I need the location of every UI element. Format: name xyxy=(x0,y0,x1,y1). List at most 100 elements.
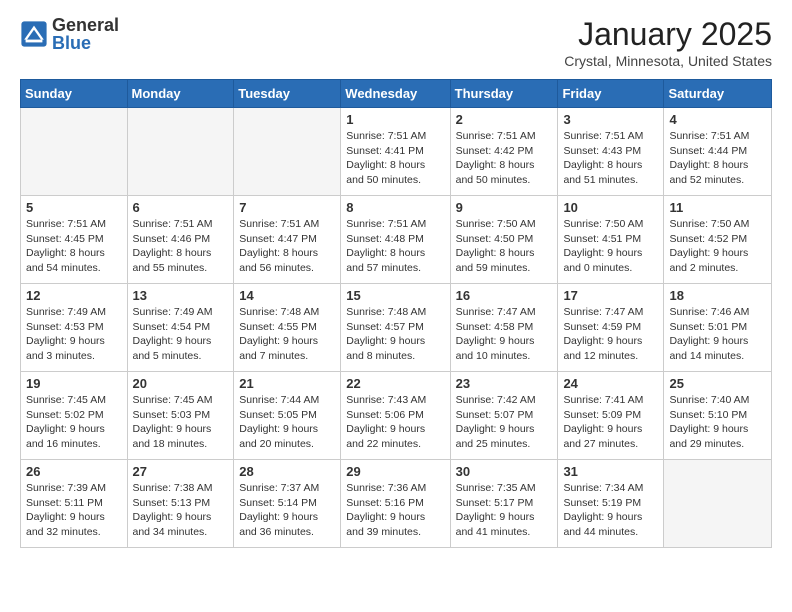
calendar-cell: 25 Sunrise: 7:40 AM Sunset: 5:10 PM Dayli… xyxy=(664,372,772,460)
cell-info: Sunrise: 7:35 AM Sunset: 5:17 PM Dayligh… xyxy=(456,481,553,540)
day-number: 15 xyxy=(346,288,444,303)
calendar-cell: 27Sunrise: 7:38 AM Sunset: 5:13 PM Dayli… xyxy=(127,460,234,548)
calendar-cell: 8 Sunrise: 7:51 AM Sunset: 4:48 PM Daylig… xyxy=(341,196,450,284)
cell-info: Sunrise: 7:48 AM Sunset: 4:57 PM Dayligh… xyxy=(346,305,444,364)
cell-info: Sunrise: 7:42 AM Sunset: 5:07 PM Dayligh… xyxy=(456,393,553,452)
cell-info: Sunrise: 7:50 AM Sunset: 4:51 PM Dayligh… xyxy=(563,217,658,276)
day-number: 8 xyxy=(346,200,444,215)
logo: General Blue xyxy=(20,16,119,52)
calendar-cell: 7 Sunrise: 7:51 AM Sunset: 4:47 PM Daylig… xyxy=(234,196,341,284)
cell-info: Sunrise: 7:50 AM Sunset: 4:50 PM Dayligh… xyxy=(456,217,553,276)
cell-info: Sunrise: 7:51 AM Sunset: 4:45 PM Dayligh… xyxy=(26,217,122,276)
cell-info: Sunrise: 7:51 AM Sunset: 4:46 PM Dayligh… xyxy=(133,217,229,276)
cell-info: Sunrise: 7:40 AM Sunset: 5:10 PM Dayligh… xyxy=(669,393,766,452)
cell-info: Sunrise: 7:39 AM Sunset: 5:11 PM Dayligh… xyxy=(26,481,122,540)
logo-icon xyxy=(20,20,48,48)
header: General Blue January 2025 Crystal, Minne… xyxy=(20,16,772,69)
calendar-cell: 6 Sunrise: 7:51 AM Sunset: 4:46 PM Daylig… xyxy=(127,196,234,284)
week-row-4: 19Sunrise: 7:45 AM Sunset: 5:02 PM Dayli… xyxy=(21,372,772,460)
calendar-cell xyxy=(127,108,234,196)
weekday-header-tuesday: Tuesday xyxy=(234,80,341,108)
cell-info: Sunrise: 7:51 AM Sunset: 4:42 PM Dayligh… xyxy=(456,129,553,188)
weekday-header-sunday: Sunday xyxy=(21,80,128,108)
day-number: 29 xyxy=(346,464,444,479)
day-number: 31 xyxy=(563,464,658,479)
cell-info: Sunrise: 7:51 AM Sunset: 4:48 PM Dayligh… xyxy=(346,217,444,276)
calendar-cell: 31 Sunrise: 7:34 AM Sunset: 5:19 PM Dayli… xyxy=(558,460,664,548)
day-number: 26 xyxy=(26,464,122,479)
calendar-cell: 22Sunrise: 7:43 AM Sunset: 5:06 PM Dayli… xyxy=(341,372,450,460)
cell-info: Sunrise: 7:47 AM Sunset: 4:59 PM Dayligh… xyxy=(563,305,658,364)
calendar-cell: 23 Sunrise: 7:42 AM Sunset: 5:07 PM Dayli… xyxy=(450,372,558,460)
weekday-header-saturday: Saturday xyxy=(664,80,772,108)
calendar-cell: 13 Sunrise: 7:49 AM Sunset: 4:54 PM Dayli… xyxy=(127,284,234,372)
calendar-cell: 30 Sunrise: 7:35 AM Sunset: 5:17 PM Dayli… xyxy=(450,460,558,548)
cell-info: Sunrise: 7:45 AM Sunset: 5:02 PM Dayligh… xyxy=(26,393,122,452)
cell-info: Sunrise: 7:51 AM Sunset: 4:44 PM Dayligh… xyxy=(669,129,766,188)
calendar-cell: 9 Sunrise: 7:50 AM Sunset: 4:50 PM Daylig… xyxy=(450,196,558,284)
day-number: 4 xyxy=(669,112,766,127)
calendar-cell: 11 Sunrise: 7:50 AM Sunset: 4:52 PM Dayli… xyxy=(664,196,772,284)
day-number: 22 xyxy=(346,376,444,391)
cell-info: Sunrise: 7:49 AM Sunset: 4:53 PM Dayligh… xyxy=(26,305,122,364)
day-number: 3 xyxy=(563,112,658,127)
day-number: 25 xyxy=(669,376,766,391)
page: General Blue January 2025 Crystal, Minne… xyxy=(0,0,792,564)
calendar-cell xyxy=(664,460,772,548)
logo-general-text: General xyxy=(52,16,119,34)
day-number: 10 xyxy=(563,200,658,215)
calendar-cell: 2Sunrise: 7:51 AM Sunset: 4:42 PM Daylig… xyxy=(450,108,558,196)
cell-info: Sunrise: 7:44 AM Sunset: 5:05 PM Dayligh… xyxy=(239,393,335,452)
calendar-cell: 28Sunrise: 7:37 AM Sunset: 5:14 PM Dayli… xyxy=(234,460,341,548)
week-row-2: 5 Sunrise: 7:51 AM Sunset: 4:45 PM Daylig… xyxy=(21,196,772,284)
calendar-cell: 12 Sunrise: 7:49 AM Sunset: 4:53 PM Dayli… xyxy=(21,284,128,372)
day-number: 1 xyxy=(346,112,444,127)
day-number: 16 xyxy=(456,288,553,303)
cell-info: Sunrise: 7:47 AM Sunset: 4:58 PM Dayligh… xyxy=(456,305,553,364)
day-number: 20 xyxy=(133,376,229,391)
cell-info: Sunrise: 7:49 AM Sunset: 4:54 PM Dayligh… xyxy=(133,305,229,364)
cell-info: Sunrise: 7:51 AM Sunset: 4:47 PM Dayligh… xyxy=(239,217,335,276)
cell-info: Sunrise: 7:50 AM Sunset: 4:52 PM Dayligh… xyxy=(669,217,766,276)
day-number: 9 xyxy=(456,200,553,215)
calendar-cell: 16 Sunrise: 7:47 AM Sunset: 4:58 PM Dayli… xyxy=(450,284,558,372)
title-block: January 2025 Crystal, Minnesota, United … xyxy=(564,16,772,69)
cell-info: Sunrise: 7:51 AM Sunset: 4:41 PM Dayligh… xyxy=(346,129,444,188)
cell-info: Sunrise: 7:45 AM Sunset: 5:03 PM Dayligh… xyxy=(133,393,229,452)
cell-info: Sunrise: 7:41 AM Sunset: 5:09 PM Dayligh… xyxy=(563,393,658,452)
day-number: 11 xyxy=(669,200,766,215)
cell-info: Sunrise: 7:36 AM Sunset: 5:16 PM Dayligh… xyxy=(346,481,444,540)
calendar-cell xyxy=(234,108,341,196)
calendar-cell: 19Sunrise: 7:45 AM Sunset: 5:02 PM Dayli… xyxy=(21,372,128,460)
calendar-table: SundayMondayTuesdayWednesdayThursdayFrid… xyxy=(20,79,772,548)
day-number: 24 xyxy=(563,376,658,391)
cell-info: Sunrise: 7:38 AM Sunset: 5:13 PM Dayligh… xyxy=(133,481,229,540)
day-number: 7 xyxy=(239,200,335,215)
calendar-cell: 17Sunrise: 7:47 AM Sunset: 4:59 PM Dayli… xyxy=(558,284,664,372)
day-number: 30 xyxy=(456,464,553,479)
day-number: 12 xyxy=(26,288,122,303)
logo-blue-text: Blue xyxy=(52,34,119,52)
cell-info: Sunrise: 7:34 AM Sunset: 5:19 PM Dayligh… xyxy=(563,481,658,540)
cell-info: Sunrise: 7:46 AM Sunset: 5:01 PM Dayligh… xyxy=(669,305,766,364)
day-number: 13 xyxy=(133,288,229,303)
cell-info: Sunrise: 7:37 AM Sunset: 5:14 PM Dayligh… xyxy=(239,481,335,540)
calendar-cell: 29 Sunrise: 7:36 AM Sunset: 5:16 PM Dayli… xyxy=(341,460,450,548)
day-number: 5 xyxy=(26,200,122,215)
cell-info: Sunrise: 7:51 AM Sunset: 4:43 PM Dayligh… xyxy=(563,129,658,188)
calendar-cell: 4 Sunrise: 7:51 AM Sunset: 4:44 PM Daylig… xyxy=(664,108,772,196)
calendar-cell: 24 Sunrise: 7:41 AM Sunset: 5:09 PM Dayli… xyxy=(558,372,664,460)
weekday-header-monday: Monday xyxy=(127,80,234,108)
weekday-header-wednesday: Wednesday xyxy=(341,80,450,108)
day-number: 18 xyxy=(669,288,766,303)
calendar-cell: 14Sunrise: 7:48 AM Sunset: 4:55 PM Dayli… xyxy=(234,284,341,372)
day-number: 6 xyxy=(133,200,229,215)
day-number: 23 xyxy=(456,376,553,391)
weekday-header-thursday: Thursday xyxy=(450,80,558,108)
month-title: January 2025 xyxy=(564,16,772,53)
logo-text: General Blue xyxy=(52,16,119,52)
calendar-cell: 15 Sunrise: 7:48 AM Sunset: 4:57 PM Dayli… xyxy=(341,284,450,372)
location: Crystal, Minnesota, United States xyxy=(564,53,772,69)
calendar-cell: 21Sunrise: 7:44 AM Sunset: 5:05 PM Dayli… xyxy=(234,372,341,460)
calendar-cell: 18 Sunrise: 7:46 AM Sunset: 5:01 PM Dayli… xyxy=(664,284,772,372)
